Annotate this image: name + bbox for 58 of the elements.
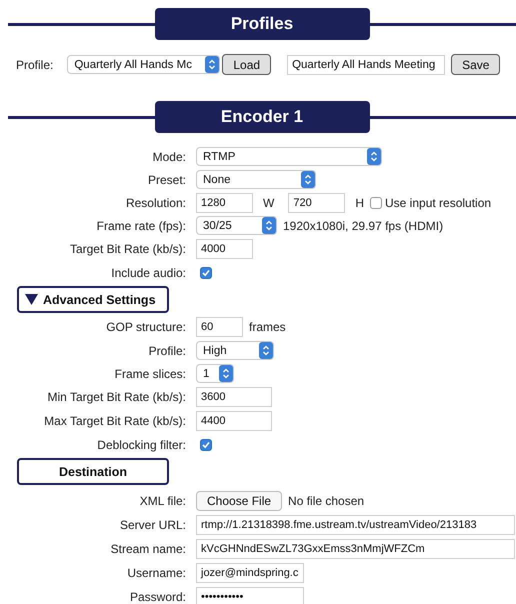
input-field[interactable]: 720 xyxy=(288,192,346,212)
field-label: Server URL: xyxy=(118,518,186,532)
checkbox[interactable] xyxy=(200,266,212,278)
field-label: Profile: xyxy=(148,344,186,358)
checkbox[interactable] xyxy=(370,196,382,208)
advanced-settings-toggle[interactable]: Advanced Settings xyxy=(17,286,169,313)
checkbox[interactable] xyxy=(200,438,212,450)
field-label: Deblocking filter: xyxy=(96,438,186,452)
file-status: No file chosen xyxy=(288,494,364,508)
input-field[interactable]: 4000 xyxy=(196,239,253,259)
section-header: Encoder 1 xyxy=(154,101,370,133)
field-label: Username: xyxy=(126,566,186,580)
field-note: frames xyxy=(249,320,286,334)
field-label: Min Target Bit Rate (kb/s): xyxy=(46,390,186,404)
stepper-icon xyxy=(367,148,381,165)
dropdown[interactable]: None xyxy=(196,170,316,189)
dropdown[interactable]: 30/25 xyxy=(196,216,277,235)
stepper-icon xyxy=(219,365,233,382)
section-header: Profiles xyxy=(154,8,370,40)
profile-dropdown[interactable]: Quarterly All Hands Mc xyxy=(67,55,220,74)
field-label: Max Target Bit Rate (kb/s): xyxy=(43,414,186,428)
checkbox-label: Use input resolution xyxy=(385,196,492,210)
unit-label: W xyxy=(263,196,274,210)
stepper-icon xyxy=(301,171,315,188)
field-label: Resolution: xyxy=(124,196,186,210)
load-button[interactable]: Load xyxy=(222,54,272,75)
input-field[interactable]: jozer@mindspring.c xyxy=(196,563,304,583)
dropdown[interactable]: 1 xyxy=(196,364,234,383)
choose-file-button[interactable]: Choose File xyxy=(196,491,282,511)
field-label: Target Bit Rate (kb/s): xyxy=(68,242,186,256)
input-field[interactable]: 1280 xyxy=(196,192,253,212)
field-label: Stream name: xyxy=(110,542,186,556)
field-label: Frame slices: xyxy=(114,366,186,380)
profile-name-field[interactable]: Quarterly All Hands Meeting xyxy=(287,54,446,74)
input-field[interactable]: 4400 xyxy=(196,411,272,431)
profile-label: Profile: xyxy=(16,58,54,72)
password-field[interactable]: ••••••••••• xyxy=(196,587,304,604)
input-field[interactable]: kVcGHNndESwZL73GxxEmss3nMmjWFZCm xyxy=(196,539,515,559)
stepper-icon xyxy=(205,56,220,73)
field-label: Include audio: xyxy=(110,266,186,280)
save-button[interactable]: Save xyxy=(451,54,500,75)
dropdown[interactable]: RTMP xyxy=(196,147,382,166)
input-field[interactable]: 3600 xyxy=(196,387,272,407)
input-field[interactable]: rtmp://1.21318398.fme.ustream.tv/ustreamVideo/213183 xyxy=(196,515,515,535)
field-label: GOP structure: xyxy=(105,320,186,334)
field-label: Preset: xyxy=(146,172,186,186)
unit-label: H xyxy=(355,196,364,210)
stepper-icon xyxy=(262,217,276,234)
field-note: 1920x1080i, 29.97 fps (HDMI) xyxy=(283,218,444,232)
dropdown[interactable]: High xyxy=(196,341,274,360)
triangle-icon xyxy=(25,293,38,306)
field-label: Mode: xyxy=(152,150,186,164)
stepper-icon xyxy=(259,342,273,359)
field-label: XML file: xyxy=(138,494,186,508)
field-label: Password: xyxy=(128,590,186,604)
input-field[interactable]: 60 xyxy=(196,317,243,337)
field-label: Frame rate (fps): xyxy=(96,218,186,232)
destination-toggle[interactable]: Destination xyxy=(17,458,169,485)
